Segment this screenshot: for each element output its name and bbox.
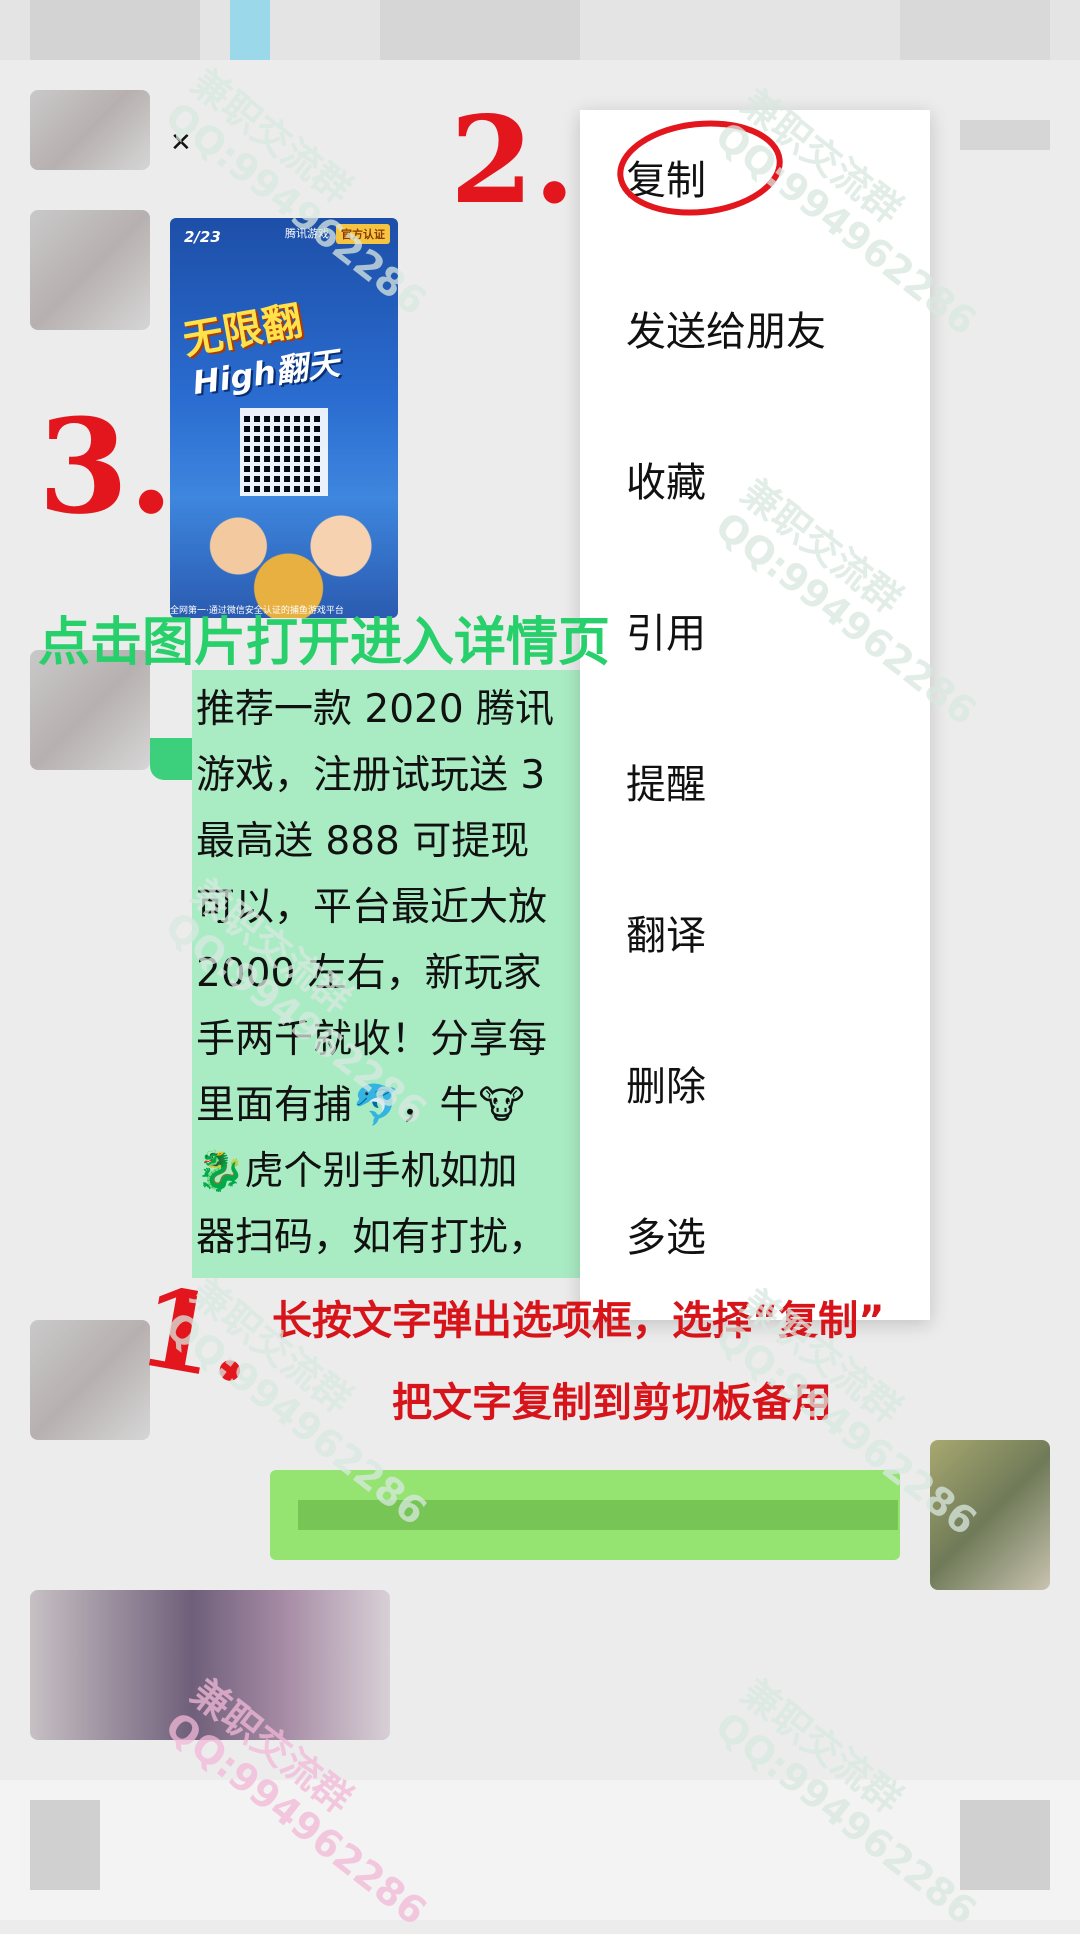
pixelated-area [30, 1800, 100, 1890]
step-number: 3. [38, 390, 174, 543]
qr-code-icon [240, 408, 328, 496]
menu-item-favorite[interactable]: 收藏 [626, 450, 706, 508]
bubble-tail [150, 738, 192, 780]
status-bar [0, 0, 1080, 60]
pixelated-area [30, 0, 200, 60]
green-instruction: 点击图片打开进入详情页 [38, 613, 611, 673]
message-line: 最高送 888 可提现 [196, 819, 530, 864]
pixelated-area [230, 0, 270, 60]
message-line: 游戏，注册试玩送 3 [196, 753, 546, 798]
message-line: 器扫码，如有打扰， [196, 1215, 548, 1260]
pixelated-area [960, 120, 1050, 150]
avatar[interactable] [30, 210, 150, 330]
pixelated-area [380, 0, 580, 60]
step-number: 2. [450, 90, 576, 231]
context-menu: 复制 发送给朋友 收藏 引用 提醒 翻译 删除 多选 [580, 110, 930, 1320]
pixelated-area [900, 0, 1050, 60]
menu-item-multiselect[interactable]: 多选 [626, 1205, 706, 1263]
menu-item-delete[interactable]: 删除 [626, 1054, 706, 1112]
menu-item-quote[interactable]: 引用 [626, 601, 706, 659]
menu-item-remind[interactable]: 提醒 [626, 752, 706, 810]
menu-item-translate[interactable]: 翻译 [626, 903, 706, 961]
message-line: 🐉虎个别手机如加 [196, 1149, 518, 1194]
message-line: 推荐一款 2020 腾讯 [196, 687, 555, 732]
avatar[interactable] [30, 90, 150, 170]
menu-item-send[interactable]: 发送给朋友 [626, 299, 826, 357]
image-page-counter: 2/23 [184, 228, 221, 246]
